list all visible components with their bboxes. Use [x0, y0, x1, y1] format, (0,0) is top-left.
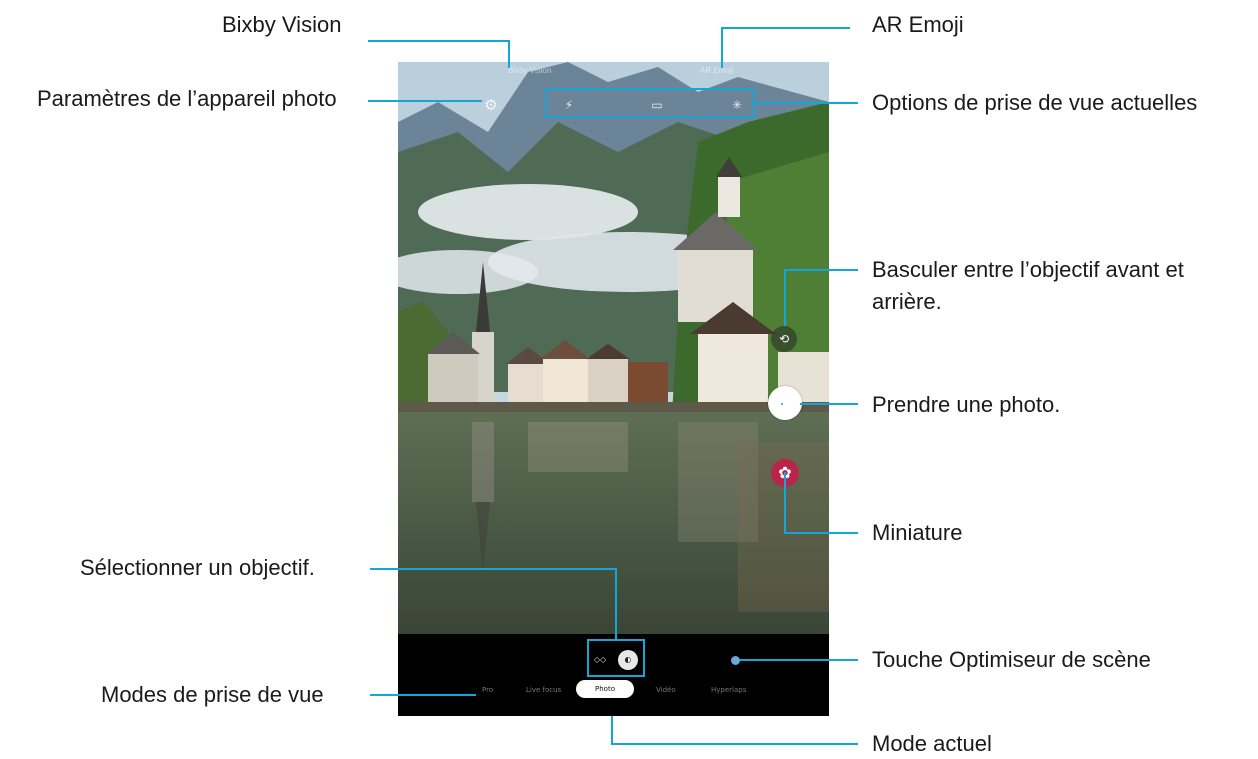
- flower-icon[interactable]: ✿: [771, 459, 799, 487]
- hallstatt-landscape: [398, 62, 829, 634]
- callout-current-options: Options de prise de vue actuelles: [872, 90, 1198, 115]
- viewfinder-preview: Bixby Vision AR Emoji ⚙ ⚡ ▭ ✳ ⟲ ✿: [398, 62, 829, 634]
- mode-pro[interactable]: Pro: [482, 686, 493, 694]
- callout-take-photo: Prendre une photo.: [872, 392, 1061, 417]
- callout-scene-optimizer: Touche Optimiseur de scène: [872, 647, 1151, 672]
- bixby-vision-label[interactable]: Bixby Vision: [508, 66, 551, 75]
- callout-select-lens: Sélectionner un objectif.: [80, 555, 315, 580]
- shutter-button[interactable]: [768, 386, 802, 420]
- callout-ar-emoji: AR Emoji: [872, 12, 964, 37]
- camera-screen: Bixby Vision AR Emoji ⚙ ⚡ ▭ ✳ ⟲ ✿ ◇◇ ◐ P…: [398, 62, 829, 716]
- callout-switch-camera-1: Basculer entre l’objectif avant et: [872, 257, 1184, 282]
- mode-live-focus[interactable]: Live focus: [526, 686, 561, 694]
- gear-icon[interactable]: ⚙: [482, 96, 500, 114]
- switch-camera-icon[interactable]: ⟲: [771, 326, 797, 352]
- callout-camera-settings: Paramètres de l’appareil photo: [37, 86, 337, 111]
- mode-video[interactable]: Vidéo: [656, 686, 676, 694]
- scene-optimizer-button[interactable]: [731, 656, 740, 665]
- current-options-highlight: [545, 88, 755, 118]
- top-bar: Bixby Vision AR Emoji: [398, 66, 829, 84]
- lens-selector-highlight: [587, 639, 645, 677]
- mode-hyperlapse[interactable]: Hyperlaps: [711, 686, 746, 694]
- callout-switch-camera-2: arrière.: [872, 289, 942, 314]
- mode-photo-current[interactable]: Photo: [576, 680, 634, 698]
- callout-shooting-modes: Modes de prise de vue: [101, 682, 324, 707]
- callout-current-mode: Mode actuel: [872, 731, 992, 756]
- callout-bixby-vision: Bixby Vision: [222, 12, 342, 37]
- callout-thumbnail: Miniature: [872, 520, 963, 545]
- ar-emoji-label[interactable]: AR Emoji: [700, 66, 733, 75]
